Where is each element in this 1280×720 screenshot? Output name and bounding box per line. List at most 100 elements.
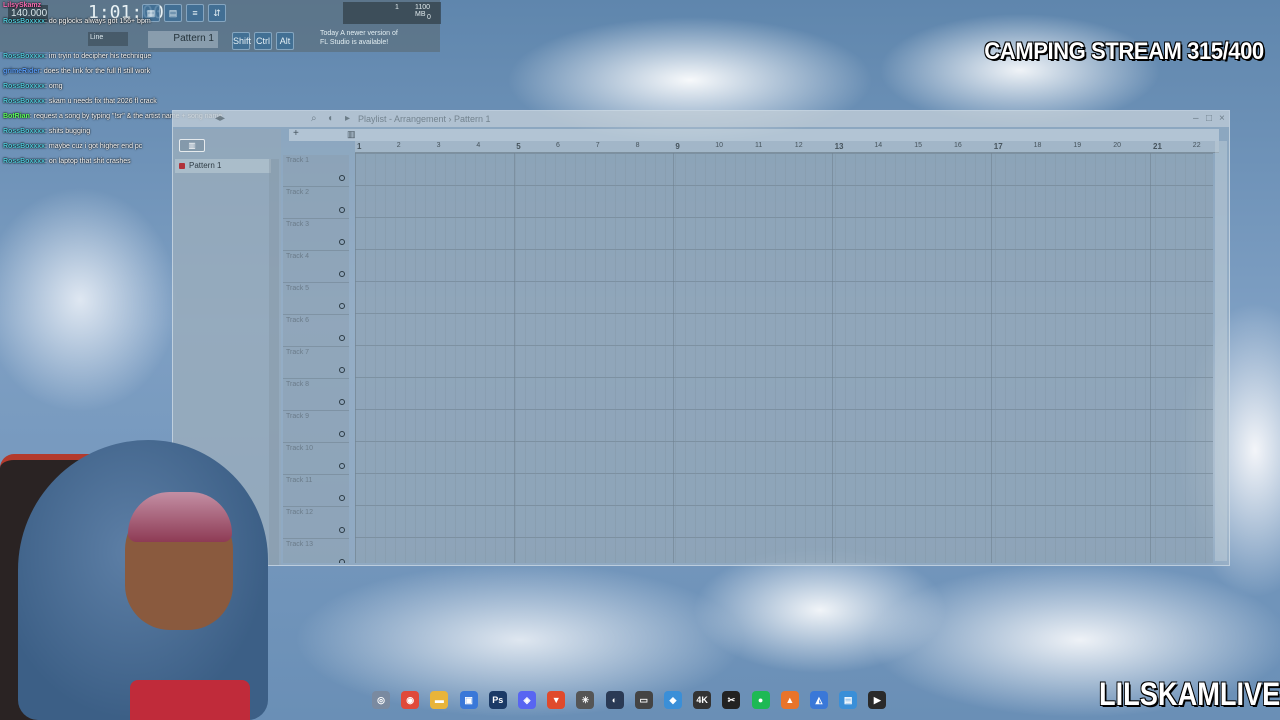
folder-icon[interactable]: ◆	[664, 691, 682, 709]
bar-number: 6	[556, 142, 560, 149]
chat-message: RossBoxxxx: maybe cuz i got higher end p…	[3, 143, 143, 150]
track-name: Track 3	[286, 221, 310, 228]
track-header[interactable]: Track 9	[283, 411, 349, 443]
bar-number: 9	[675, 142, 680, 151]
track-header[interactable]: Track 6	[283, 315, 349, 347]
add-icon[interactable]: +	[293, 128, 299, 139]
fl-studio-icon[interactable]: ▲	[780, 691, 799, 709]
bar-number: 19	[1073, 142, 1082, 149]
cpu-memory-panel: 1 1100 MB 0	[343, 2, 441, 24]
4k-icon[interactable]: 4K	[693, 691, 712, 709]
store-icon[interactable]: ▣	[459, 691, 478, 709]
track-header[interactable]: Track 5	[283, 283, 349, 315]
maximize-icon[interactable]: □	[1206, 113, 1212, 124]
app-icon[interactable]: ▭	[634, 691, 653, 709]
app-icon[interactable]: ◭	[810, 691, 828, 709]
playlist-toolbar: + ▥	[289, 128, 1219, 141]
track-name: Track 4	[286, 253, 310, 260]
chat-message: RossBoxxxx: im tryin to decipher his tec…	[3, 53, 152, 60]
track-mute-icon[interactable]	[339, 399, 345, 405]
timeline-ruler[interactable]: 1 2 3 4 5 6 7 8 9 10 11 12 13 14 15 16 17 18 19 20 21 22	[355, 141, 1219, 153]
track-name: Track 5	[286, 285, 310, 292]
bar-number: 11	[755, 142, 763, 149]
close-icon[interactable]: ×	[1219, 113, 1225, 124]
track-mute-icon[interactable]	[339, 175, 345, 181]
folder-icon[interactable]: ▬	[430, 691, 449, 709]
steam-icon[interactable]: ◐	[605, 691, 624, 709]
track-mute-icon[interactable]	[339, 367, 345, 373]
bar-number: 21	[1153, 142, 1162, 151]
bar-number: 4	[476, 142, 481, 149]
track-header[interactable]: Track 7	[283, 347, 349, 379]
pattern-view-icon[interactable]: ▥	[179, 139, 205, 152]
track-name: Track 1	[286, 157, 310, 164]
track-mute-icon[interactable]	[339, 303, 345, 309]
track-header[interactable]: Track 1	[283, 155, 349, 187]
notepad-icon[interactable]: ▤	[839, 691, 858, 709]
track-header[interactable]: Track 8	[283, 379, 349, 411]
chat-message: grimeRider: does the link for the full f…	[3, 68, 151, 75]
track-mute-icon[interactable]	[339, 335, 345, 341]
speaker-icon[interactable]: ◖	[327, 113, 333, 124]
mixer-icon[interactable]: ≡	[186, 4, 204, 22]
news-panel[interactable]: Today A newer version of FL Studio is av…	[320, 29, 420, 47]
news-line-1: Today A newer version of	[320, 30, 398, 37]
track-header[interactable]: Track 2	[283, 187, 349, 219]
snap-select[interactable]: Line	[88, 32, 128, 46]
chat-message: RossBoxxxx: omg	[3, 83, 63, 90]
arrangement-grid[interactable]	[355, 153, 1213, 563]
brand-watermark: LILSKAMLIVE	[1098, 676, 1280, 712]
channel-rack-icon[interactable]: ⇵	[208, 4, 226, 22]
photoshop-icon[interactable]: Ps	[488, 691, 507, 709]
news-line-2: FL Studio is available!	[320, 39, 389, 46]
track-mute-icon[interactable]	[339, 431, 345, 437]
magnet-icon[interactable]: ⌕	[311, 113, 317, 124]
bar-number: 10	[715, 142, 723, 149]
track-name: Track 8	[286, 381, 310, 388]
playlist-titlebar[interactable]: ◂▸ ⌕ ◖ ▸ Playlist - Arrangement › Patter…	[173, 111, 1229, 127]
alt-button[interactable]: Alt	[276, 32, 294, 50]
track-name: Track 2	[286, 189, 310, 196]
track-header[interactable]: Track 4	[283, 251, 349, 283]
discord-icon[interactable]: ◈	[518, 691, 536, 709]
fl-studio-icon[interactable]: ◎	[372, 691, 390, 709]
app-icon[interactable]: ✳	[576, 691, 595, 709]
piano-roll-icon[interactable]: ▤	[164, 4, 182, 22]
minimize-icon[interactable]: –	[1193, 113, 1199, 124]
brave-icon[interactable]: ▼	[547, 691, 566, 709]
chrome-icon[interactable]: ◉	[401, 691, 420, 709]
bar-number: 12	[794, 142, 803, 149]
play-icon[interactable]: ▸	[345, 113, 350, 124]
arrows-icon[interactable]: ◂▸	[215, 113, 225, 124]
toolbar-row-bottom: Line Pattern 1 Shift Ctrl Alt Today A ne…	[0, 28, 440, 52]
pattern-mode-icon[interactable]: ▥	[347, 129, 356, 140]
stream-title-overlay: CAMPING STREAM 315/400	[984, 38, 1265, 65]
playlist-title: Playlist - Arrangement › Pattern 1	[358, 114, 491, 124]
media-icon[interactable]: ▶	[868, 691, 887, 709]
bar-number: 17	[993, 142, 1003, 151]
track-name: Track 9	[286, 413, 310, 420]
capcut-icon[interactable]: ✂	[722, 691, 741, 709]
chat-message: LilsySkamz	[3, 2, 42, 9]
pattern-item[interactable]: Pattern 1	[175, 159, 271, 173]
track-name: Track 6	[286, 317, 310, 324]
taskbar: ◎ ◉ ▬ ▣ Ps ◈ ▼ ✳ ◐ ▭ ◆ 4K ✂ ● ▲ ◭ ▤ ▶	[372, 689, 912, 711]
chat-message: RossBoxxxx: do pglocks always got 156+ b…	[3, 18, 151, 25]
fl-studio-toolbar: 140.000 1:01:00 ▦ ▤ ≡ ⇵ 1 1100 MB 0 Line…	[0, 0, 441, 52]
spotify-icon[interactable]: ●	[751, 691, 770, 709]
pattern-selector[interactable]: Pattern 1	[148, 31, 218, 48]
vertical-scrollbar[interactable]	[1215, 141, 1227, 561]
bar-number: 2	[396, 142, 401, 149]
bar-number: 1	[357, 142, 362, 151]
ctrl-button[interactable]: Ctrl	[254, 32, 272, 50]
bar-number: 16	[954, 142, 962, 149]
chat-message: RossBoxxxx: skam u needs fix that 2026 f…	[3, 98, 157, 105]
bar-number: 5	[516, 142, 521, 151]
shift-button[interactable]: Shift	[232, 32, 251, 50]
track-mute-icon[interactable]	[339, 207, 345, 213]
bar-number: 15	[914, 142, 922, 149]
track-header[interactable]: Track 3	[283, 219, 349, 251]
track-mute-icon[interactable]	[339, 239, 345, 245]
track-mute-icon[interactable]	[339, 271, 345, 277]
streamer-shirt	[130, 680, 250, 720]
